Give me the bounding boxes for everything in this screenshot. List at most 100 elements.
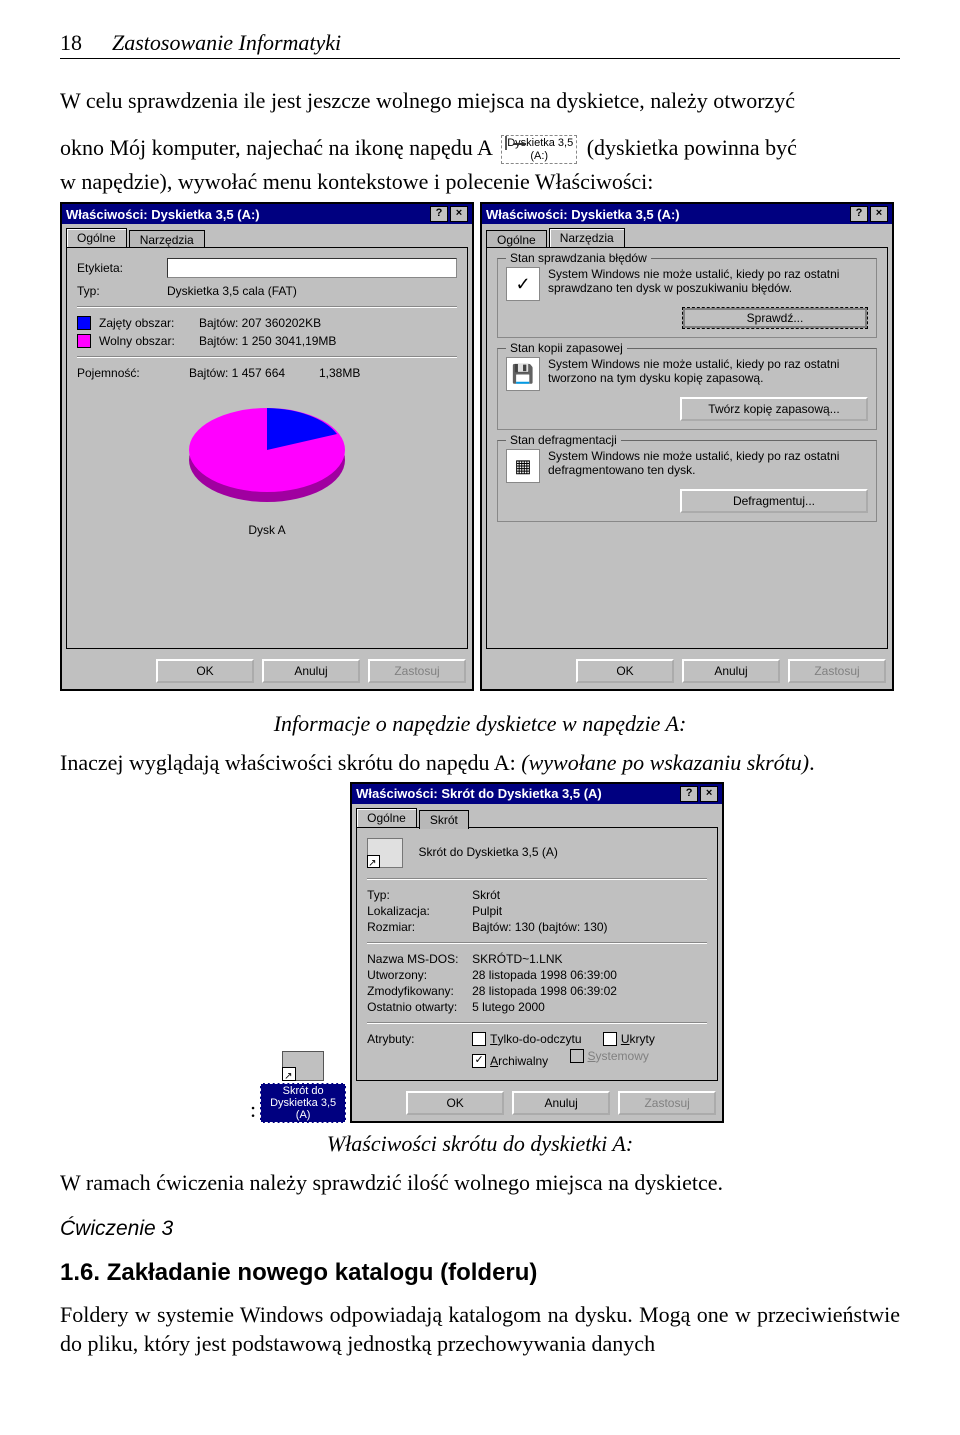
floppy-icon <box>505 136 507 150</box>
properties-dialog-tools: Właściwości: Dyskietka 3,5 (A:) ? × Ogól… <box>480 202 894 691</box>
label-input[interactable] <box>167 258 457 278</box>
shortcut-floppy-icon <box>282 1051 324 1081</box>
para2a: Inaczej wyglądają właściwości skrótu do … <box>60 750 521 775</box>
figure-caption-2: Właściwości skrótu do dyskietki A: <box>60 1131 900 1157</box>
cancel-button[interactable]: Anuluj <box>682 659 780 683</box>
k-zm: Zmodyfikowany: <box>367 984 472 998</box>
exercise-label: Ćwiczenie 3 <box>60 1217 900 1241</box>
swatch-free <box>77 334 91 348</box>
shortcut-icon <box>367 838 403 868</box>
defrag-button[interactable]: Defragmentuj... <box>680 489 868 513</box>
ok-button[interactable]: OK <box>576 659 674 683</box>
close-button[interactable]: × <box>700 786 718 802</box>
ok-button[interactable]: OK <box>406 1091 504 1115</box>
k-utw: Utworzony: <box>367 968 472 982</box>
k-typ: Typ: <box>367 888 472 902</box>
group-errorcheck: Stan sprawdzania błędów ✓ System Windows… <box>497 258 877 338</box>
group-title: Stan kopii zapasowej <box>506 341 627 355</box>
colon: : <box>250 1097 256 1123</box>
close-button[interactable]: × <box>450 206 468 222</box>
para4: Foldery w systemie Windows odpowiadają k… <box>60 1301 900 1358</box>
close-button[interactable]: × <box>870 206 888 222</box>
desktop-shortcut[interactable]: Skrót do Dyskietka 3,5 (A) <box>260 1051 346 1123</box>
k-lok: Lokalizacja: <box>367 904 472 918</box>
label-typ: Typ: <box>77 284 167 298</box>
cap-bytes: Bajtów: 1 457 664 <box>189 366 319 380</box>
properties-dialog-general: Właściwości: Dyskietka 3,5 (A:) ? × Ogól… <box>60 202 474 691</box>
chk-hidden[interactable]: Ukryty <box>603 1032 655 1046</box>
cap-mb: 1,38MB <box>319 366 379 380</box>
k-ost: Ostatnio otwarty: <box>367 1000 472 1014</box>
used-bytes: Bajtów: 207 360 <box>199 316 285 330</box>
titlebar: Właściwości: Dyskietka 3,5 (A:) ? × <box>482 204 892 224</box>
section-heading: 1.6. Zakładanie nowego katalogu (folderu… <box>60 1259 900 1287</box>
titlebar: Właściwości: Dyskietka 3,5 (A:) ? × <box>62 204 472 224</box>
k-roz: Rozmiar: <box>367 920 472 934</box>
group-text: System Windows nie może ustalić, kiedy p… <box>548 449 868 477</box>
tab-tools[interactable]: Narzędzia <box>549 228 625 247</box>
defrag-icon: ▦ <box>506 449 540 483</box>
label-free: Wolny obszar: <box>99 334 199 348</box>
scandisk-icon: ✓ <box>506 267 540 301</box>
group-backup: Stan kopii zapasowej 💾 System Windows ni… <box>497 348 877 430</box>
figure-caption-1: Informacje o napędzie dyskietce w napędz… <box>60 711 900 737</box>
used-kb: 202KB <box>285 316 321 330</box>
title: Właściwości: Dyskietka 3,5 (A:) <box>486 207 850 222</box>
backup-button[interactable]: Twórz kopię zapasową... <box>680 397 868 421</box>
help-button[interactable]: ? <box>430 206 448 222</box>
title: Właściwości: Dyskietka 3,5 (A:) <box>66 207 430 222</box>
chk-archive[interactable]: ✓Archiwalny <box>472 1054 548 1068</box>
title: Właściwości: Skrót do Dyskietka 3,5 (A) <box>356 786 680 801</box>
free-mb: 1,19MB <box>295 334 336 348</box>
shortcut-name: Skrót do Dyskietka 3,5 (A) <box>418 845 557 859</box>
apply-button[interactable]: Zastosuj <box>788 659 886 683</box>
backup-icon: 💾 <box>506 357 540 391</box>
help-button[interactable]: ? <box>680 786 698 802</box>
tab-general[interactable]: Ogólne <box>356 808 417 827</box>
drive-a-icon: Dyskietka 3,5 (A:) <box>501 135 577 163</box>
titlebar: Właściwości: Skrót do Dyskietka 3,5 (A) … <box>352 784 722 804</box>
pie-label: Dysk A <box>77 523 457 537</box>
v-lok: Pulpit <box>472 904 502 918</box>
intro-line1: W celu sprawdzenia ile jest jeszcze woln… <box>60 87 900 116</box>
v-typ: Skrót <box>472 888 500 902</box>
group-defrag: Stan defragmentacji ▦ System Windows nie… <box>497 440 877 522</box>
v-zm: 28 listopada 1998 06:39:02 <box>472 984 617 998</box>
group-title: Stan sprawdzania błędów <box>506 251 651 265</box>
value-typ: Dyskietka 3,5 cala (FAT) <box>167 284 297 298</box>
tab-general[interactable]: Ogólne <box>66 228 127 247</box>
ok-button[interactable]: OK <box>156 659 254 683</box>
cancel-button[interactable]: Anuluj <box>262 659 360 683</box>
apply-button[interactable]: Zastosuj <box>618 1091 716 1115</box>
intro-line3: w napędzie), wywołać menu kontekstowe i … <box>60 168 900 197</box>
intro-line2b: (dyskietka powinna być <box>587 135 797 160</box>
page-number: 18 <box>60 30 82 56</box>
k-dos: Nazwa MS-DOS: <box>367 952 472 966</box>
group-title: Stan defragmentacji <box>506 433 621 447</box>
label-used: Zajęty obszar: <box>99 316 199 330</box>
v-dos: SKRÓTD~1.LNK <box>472 952 562 966</box>
swatch-used <box>77 316 91 330</box>
para3: W ramach ćwiczenia należy sprawdzić iloś… <box>60 1169 900 1198</box>
v-ost: 5 lutego 2000 <box>472 1000 545 1014</box>
cancel-button[interactable]: Anuluj <box>512 1091 610 1115</box>
help-button[interactable]: ? <box>850 206 868 222</box>
apply-button[interactable]: Zastosuj <box>368 659 466 683</box>
v-roz: Bajtów: 130 (bajtów: 130) <box>472 920 607 934</box>
k-attr: Atrybuty: <box>367 1032 472 1046</box>
para2c: . <box>809 750 815 775</box>
group-text: System Windows nie może ustalić, kiedy p… <box>548 267 868 295</box>
chk-system: Systemowy <box>570 1049 649 1063</box>
check-button[interactable]: Sprawdź... <box>682 307 868 329</box>
para2b: (wywołane po wskazaniu skrótu) <box>521 750 809 775</box>
shortcut-properties-dialog: Właściwości: Skrót do Dyskietka 3,5 (A) … <box>350 782 724 1123</box>
group-text: System Windows nie może ustalić, kiedy p… <box>548 357 868 385</box>
page-title: Zastosowanie Informatyki <box>112 30 341 56</box>
v-utw: 28 listopada 1998 06:39:00 <box>472 968 617 982</box>
tab-shortcut[interactable]: Skrót <box>419 810 469 829</box>
shortcut-label: Skrót do Dyskietka 3,5 (A) <box>260 1083 346 1123</box>
intro-line2a: okno Mój komputer, najechać na ikonę nap… <box>60 135 492 160</box>
drive-label2: (A:) <box>530 150 548 162</box>
free-bytes: Bajtów: 1 250 304 <box>199 334 295 348</box>
chk-readonly[interactable]: TTylko-do-odczytuylko-do-odczytu <box>472 1032 581 1046</box>
